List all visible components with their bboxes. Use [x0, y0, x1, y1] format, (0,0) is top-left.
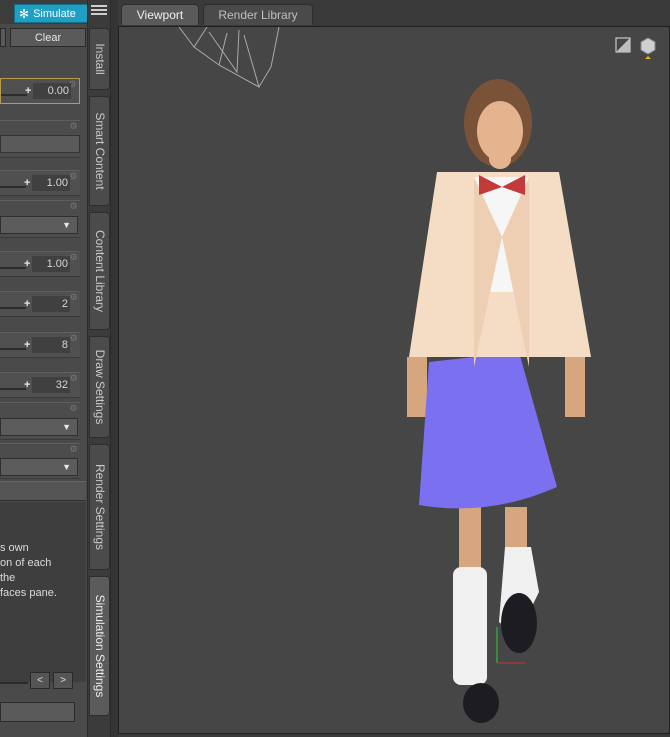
gear-icon[interactable]: ⚙: [69, 122, 78, 131]
wireframe-object: [178, 27, 280, 89]
slider-track[interactable]: [0, 307, 26, 309]
simulation-settings-panel: ✻ Simulate Clear ⚙ + 0.00 ⚙ ⚙ + 1.00 ⚙ ▼…: [0, 0, 87, 737]
tab-smart-content[interactable]: Smart Content: [89, 96, 110, 206]
tab-render-library[interactable]: Render Library: [203, 4, 313, 25]
tab-simulation-settings[interactable]: Simulation Settings: [89, 576, 110, 716]
dropdown-arrow-icon: ▼: [62, 220, 71, 230]
value-field[interactable]: 2: [32, 296, 70, 312]
next-button[interactable]: >: [53, 672, 73, 689]
description-line: on of each: [0, 557, 52, 569]
property-description: s own on of each the faces pane.: [0, 502, 86, 682]
gear-icon[interactable]: ⚙: [69, 202, 78, 211]
camera-cube-icon[interactable]: [639, 37, 656, 59]
description-line: s own: [0, 542, 29, 554]
slider-track[interactable]: [0, 186, 26, 188]
simulate-button[interactable]: ✻ Simulate: [14, 4, 87, 23]
setting-row[interactable]: ⚙ + 0.00: [0, 78, 80, 104]
tab-render-settings[interactable]: Render Settings: [89, 444, 110, 570]
options-button[interactable]: [0, 28, 6, 47]
value-field[interactable]: 32: [32, 377, 70, 393]
viewport-scene: [178, 27, 591, 723]
increment-button[interactable]: +: [24, 177, 30, 189]
pane-tab-strip: Install Smart Content Content Library Dr…: [87, 0, 111, 737]
gear-icon[interactable]: ⚙: [69, 172, 78, 181]
dropdown-select[interactable]: ▼: [0, 418, 78, 436]
slider-track[interactable]: [1, 94, 27, 96]
clear-button[interactable]: Clear: [10, 28, 86, 47]
slider-track[interactable]: [0, 348, 26, 350]
dropdown-arrow-icon: ▼: [62, 422, 71, 432]
setting-row: ⚙ ▼: [0, 402, 80, 440]
setting-row: ⚙ ▼: [0, 443, 80, 479]
pane-splitter[interactable]: [111, 0, 118, 737]
value-field[interactable]: 1.00: [32, 175, 70, 191]
tab-install[interactable]: Install: [89, 28, 110, 90]
value-field[interactable]: 1.00: [32, 256, 70, 272]
gear-icon[interactable]: ⚙: [69, 445, 78, 454]
character-figure: [407, 79, 591, 723]
slider-track[interactable]: [0, 267, 26, 269]
slider-track[interactable]: [0, 388, 26, 390]
render-preview-icon[interactable]: [615, 37, 631, 53]
gear-icon[interactable]: ⚙: [69, 374, 78, 383]
setting-row[interactable]: ⚙ + 1.00: [0, 251, 80, 277]
increment-button[interactable]: +: [24, 339, 30, 351]
increment-button[interactable]: +: [25, 85, 31, 97]
tab-draw-settings[interactable]: Draw Settings: [89, 336, 110, 438]
simulate-label: Simulate: [33, 7, 76, 20]
setting-row[interactable]: ⚙ + 2: [0, 291, 80, 317]
description-line: the: [0, 572, 16, 584]
gear-icon[interactable]: ⚙: [69, 253, 78, 262]
simulate-icon: ✻: [19, 6, 30, 21]
setting-row[interactable]: ⚙ + 32: [0, 372, 80, 398]
viewport-3d[interactable]: [118, 26, 670, 734]
description-line: faces pane.: [0, 587, 57, 599]
section-header[interactable]: [0, 481, 86, 501]
setting-row[interactable]: ⚙ + 1.00: [0, 170, 80, 196]
increment-button[interactable]: +: [24, 379, 30, 391]
setting-row: ⚙ ▼: [0, 200, 80, 238]
gear-icon[interactable]: ⚙: [69, 334, 78, 343]
tab-viewport[interactable]: Viewport: [121, 4, 199, 25]
increment-button[interactable]: +: [24, 298, 30, 310]
gear-icon[interactable]: ⚙: [69, 293, 78, 302]
increment-button[interactable]: +: [24, 258, 30, 270]
scroll-track[interactable]: [0, 682, 28, 684]
setting-row: ⚙: [0, 120, 80, 158]
dropdown-select[interactable]: ▼: [0, 458, 78, 476]
setting-row[interactable]: ⚙ + 8: [0, 332, 80, 358]
tab-content-library[interactable]: Content Library: [89, 212, 110, 330]
value-field[interactable]: 8: [32, 337, 70, 353]
dropdown-select[interactable]: ▼: [0, 216, 78, 234]
value-field[interactable]: 0.00: [33, 83, 71, 99]
text-field[interactable]: [0, 135, 80, 153]
gear-icon[interactable]: ⚙: [69, 404, 78, 413]
prev-button[interactable]: <: [30, 672, 50, 689]
menu-icon[interactable]: [91, 3, 107, 17]
footer-button[interactable]: [0, 702, 75, 722]
dropdown-arrow-icon: ▼: [62, 462, 71, 472]
